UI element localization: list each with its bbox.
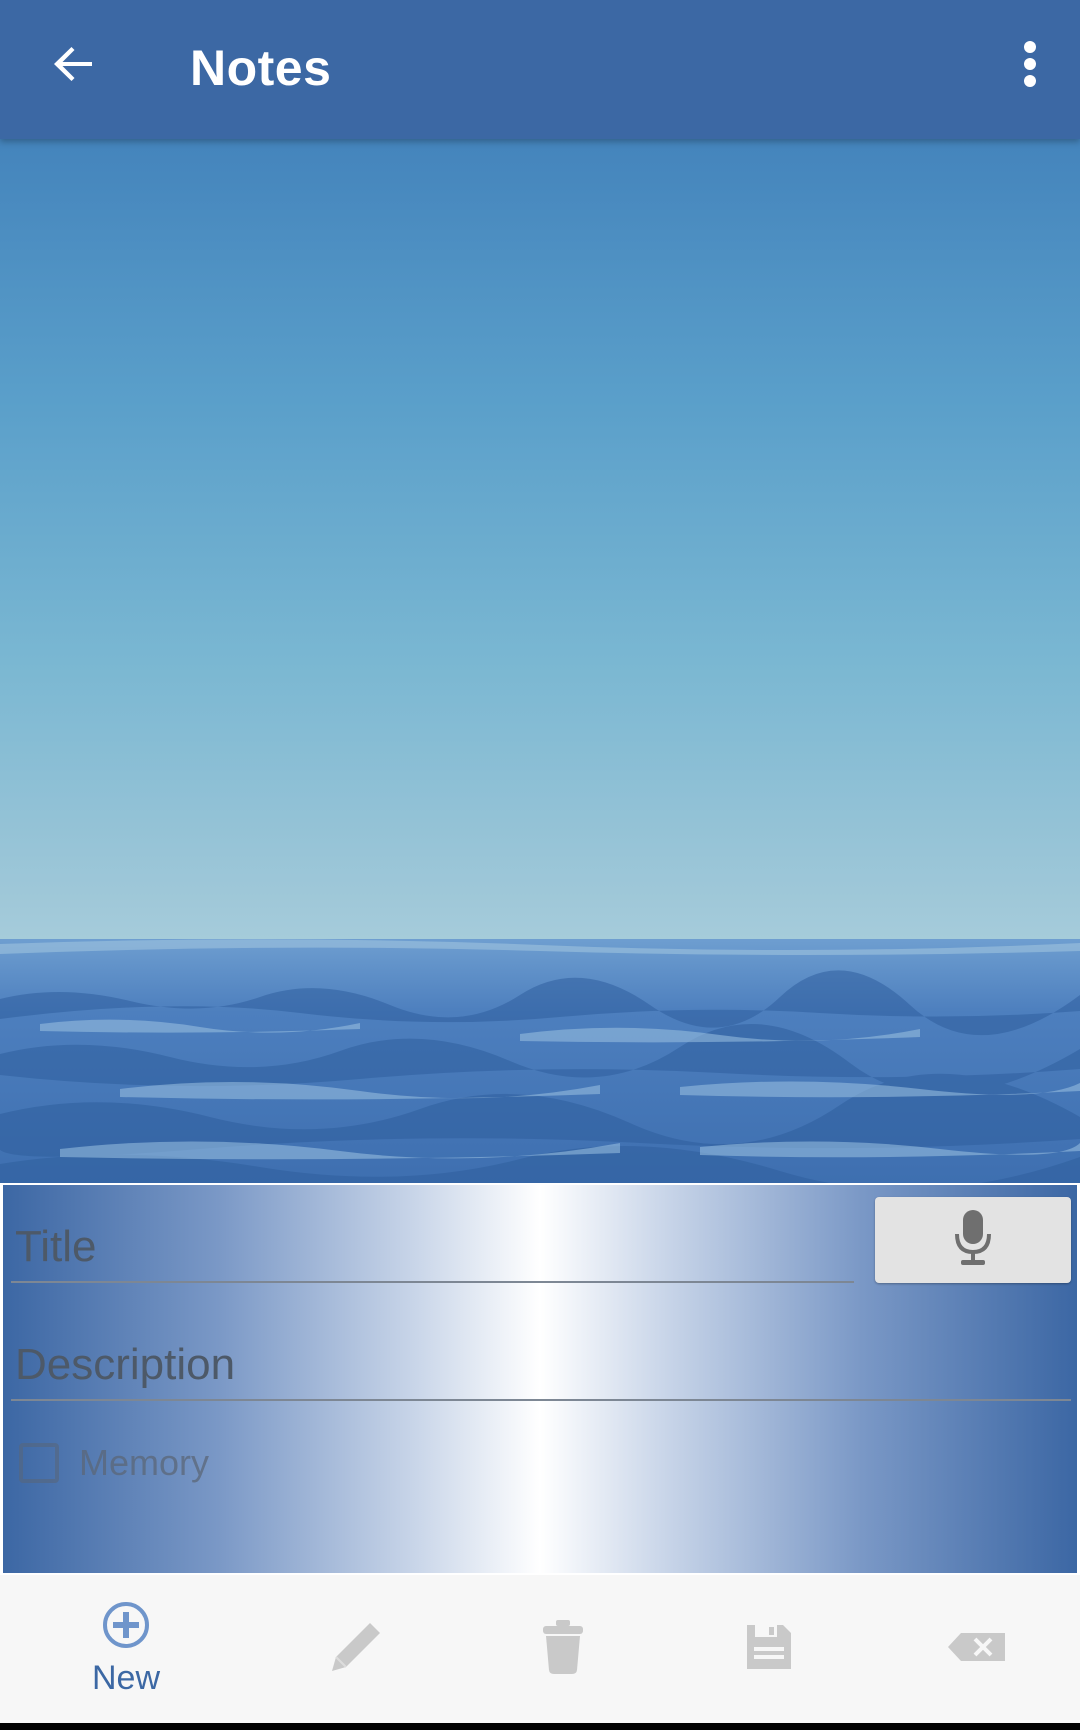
- save-note-button[interactable]: [661, 1575, 877, 1723]
- description-input[interactable]: Description: [11, 1333, 1071, 1401]
- arrow-back-icon: [50, 40, 98, 93]
- app-bar: Notes: [0, 0, 1080, 139]
- back-button[interactable]: [36, 28, 112, 104]
- new-note-button[interactable]: New: [18, 1575, 234, 1723]
- note-form: Title Description Memory: [3, 1185, 1077, 1573]
- more-vert-icon: [1022, 40, 1038, 93]
- memory-checkbox[interactable]: [19, 1443, 59, 1483]
- voice-input-button[interactable]: [875, 1197, 1071, 1283]
- edit-note-button[interactable]: [248, 1575, 464, 1723]
- add-circle-icon: [101, 1600, 151, 1655]
- delete-note-button[interactable]: [455, 1575, 671, 1723]
- memory-label: Memory: [79, 1442, 210, 1483]
- backspace-icon: [947, 1632, 1007, 1667]
- system-nav-strip: [0, 1723, 1080, 1730]
- save-icon: [745, 1623, 793, 1676]
- memory-checkbox-row[interactable]: Memory: [19, 1435, 209, 1491]
- trash-icon: [541, 1619, 585, 1679]
- new-note-label: New: [91, 1659, 161, 1697]
- title-input[interactable]: Title: [11, 1215, 854, 1283]
- ocean-background-image: [0, 139, 1080, 1183]
- notes-screen: Notes Title Description Memory New: [0, 0, 1080, 1730]
- more-options-button[interactable]: [1000, 28, 1060, 104]
- description-placeholder: Description: [15, 1340, 236, 1389]
- pencil-icon: [326, 1617, 386, 1682]
- clear-button[interactable]: [869, 1575, 1080, 1723]
- page-title: Notes: [190, 40, 332, 96]
- microphone-icon: [953, 1208, 993, 1273]
- bottom-toolbar: New: [0, 1575, 1080, 1723]
- title-placeholder: Title: [15, 1222, 97, 1271]
